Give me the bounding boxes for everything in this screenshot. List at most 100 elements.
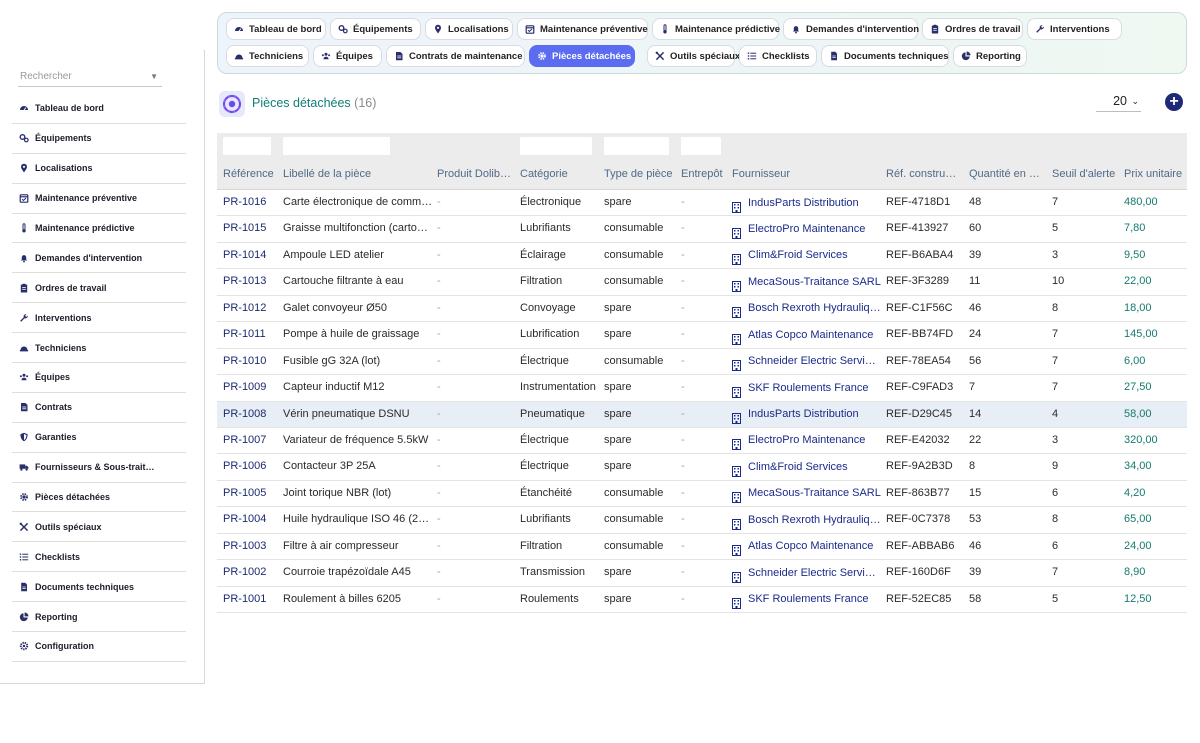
table-row[interactable]: PR-1003 Filtre à air compresseur - Filtrati… [217, 534, 1187, 561]
supplier-name[interactable]: Clim&Froid Services [748, 455, 848, 480]
column-header-prix-unitaire[interactable]: Prix unitaire [1124, 159, 1186, 190]
table-row[interactable]: PR-1005 Joint torique NBR (lot) - Étanchéit… [217, 481, 1187, 508]
reference-link[interactable]: PR-1013 [223, 269, 278, 295]
tab-ordres-de-travail[interactable]: Ordres de travail [922, 18, 1023, 40]
reference-link[interactable]: PR-1003 [223, 534, 278, 560]
reference-link[interactable]: PR-1011 [223, 322, 278, 348]
tab-tableau-de-bord[interactable]: Tableau de bord [226, 18, 326, 40]
reference-link[interactable]: PR-1015 [223, 216, 278, 242]
supplier-name[interactable]: IndusParts Distribution [748, 191, 859, 216]
supplier-link[interactable]: Bosch Rexroth Hydrauliq… [732, 296, 882, 322]
supplier-name[interactable]: Bosch Rexroth Hydrauliq… [748, 508, 881, 533]
supplier-name[interactable]: Atlas Copco Maintenance [748, 534, 873, 559]
table-row[interactable]: PR-1014 Ampoule LED atelier - Éclairage cons… [217, 243, 1187, 270]
table-row[interactable]: PR-1008 Vérin pneumatique DSNU - Pneumatiqu… [217, 401, 1187, 428]
tab-contrats-de-maintenance[interactable]: Contrats de maintenance [386, 45, 525, 67]
supplier-link[interactable]: Bosch Rexroth Hydrauliq… [732, 507, 882, 533]
sidebar-item-outils-speciaux[interactable]: Outils spéciaux [12, 512, 186, 543]
reference-link[interactable]: PR-1004 [223, 507, 278, 533]
tab-demandes-d-intervention[interactable]: Demandes d'intervention [783, 18, 919, 40]
reference-link[interactable]: PR-1001 [223, 587, 278, 613]
supplier-name[interactable]: IndusParts Distribution [748, 402, 859, 427]
sidebar-item-configuration[interactable]: Configuration [12, 632, 186, 662]
table-row[interactable]: PR-1007 Variateur de fréquence 5.5kW - Élec… [217, 428, 1187, 455]
supplier-name[interactable]: SKF Roulements France [748, 587, 868, 612]
tab-equipements[interactable]: Équipements [330, 18, 421, 40]
column-header-seuil-d-alerte[interactable]: Seuil d'alerte [1052, 159, 1120, 190]
reference-link[interactable]: PR-1012 [223, 296, 278, 322]
sidebar-item-garanties[interactable]: Garanties [12, 423, 186, 453]
column-header-entrepot[interactable]: Entrepôt [681, 159, 729, 190]
tab-maintenance-preventive[interactable]: Maintenance préventive [517, 18, 648, 40]
table-row[interactable]: PR-1001 Roulement à billes 6205 - Roulement… [217, 587, 1187, 613]
sidebar-search-input[interactable]: Rechercher ▼ [18, 68, 162, 87]
column-header-quantite-en[interactable]: Quantité en … [969, 159, 1047, 190]
sidebar-item-equipes[interactable]: Équipes [12, 363, 186, 393]
supplier-name[interactable]: ElectroPro Maintenance [748, 428, 865, 453]
column-header-categorie[interactable]: Catégorie [520, 159, 600, 190]
tab-maintenance-predictive[interactable]: Maintenance prédictive [652, 18, 780, 40]
sidebar-item-techniciens[interactable]: Techniciens [12, 333, 186, 364]
supplier-name[interactable]: MecaSous-Traitance SARL [748, 270, 881, 295]
supplier-link[interactable]: Schneider Electric Servi… [732, 560, 882, 586]
supplier-name[interactable]: Schneider Electric Servi… [748, 349, 876, 374]
supplier-name[interactable]: Atlas Copco Maintenance [748, 323, 873, 348]
tab-outils-speciaux[interactable]: Outils spéciaux [647, 45, 740, 67]
table-row[interactable]: PR-1006 Contacteur 3P 25A - Électrique spare… [217, 454, 1187, 481]
reference-link[interactable]: PR-1008 [223, 402, 278, 428]
supplier-name[interactable]: MecaSous-Traitance SARL [748, 481, 881, 506]
tab-documents-techniques[interactable]: Documents techniques [821, 45, 949, 67]
reference-link[interactable]: PR-1014 [223, 243, 278, 269]
reference-link[interactable]: PR-1009 [223, 375, 278, 401]
table-row[interactable]: PR-1004 Huile hydraulique ISO 46 (2… - Lubr… [217, 507, 1187, 534]
sidebar-item-ordres-de-travail[interactable]: Ordres de travail [12, 273, 186, 304]
sidebar-item-equipements[interactable]: Équipements [12, 124, 186, 154]
reference-link[interactable]: PR-1002 [223, 560, 278, 586]
sidebar-item-checklists[interactable]: Checklists [12, 542, 186, 573]
tab-reporting[interactable]: Reporting [953, 45, 1027, 67]
per-page-select[interactable]: 20 ⌄ [1096, 91, 1141, 112]
table-row[interactable]: PR-1002 Courroie trapézoïdale A45 - Transmi… [217, 560, 1187, 587]
supplier-link[interactable]: Clim&Froid Services [732, 454, 882, 480]
supplier-link[interactable]: IndusParts Distribution [732, 190, 882, 216]
supplier-link[interactable]: ElectroPro Maintenance [732, 428, 882, 454]
reference-link[interactable]: PR-1006 [223, 454, 278, 480]
tab-techniciens[interactable]: Techniciens [226, 45, 309, 67]
supplier-link[interactable]: ElectroPro Maintenance [732, 216, 882, 242]
table-row[interactable]: PR-1011 Pompe à huile de graissage - Lubrif… [217, 322, 1187, 349]
column-header-fournisseur[interactable]: Fournisseur [732, 159, 882, 190]
column-filter-input[interactable] [283, 137, 390, 155]
sidebar-item-localisations[interactable]: Localisations [12, 154, 186, 184]
table-row[interactable]: PR-1013 Cartouche filtrante à eau - Filtrat… [217, 269, 1187, 296]
column-header-ref-constru[interactable]: Réf. constru… [886, 159, 964, 190]
column-filter-input[interactable] [223, 137, 271, 155]
supplier-link[interactable]: SKF Roulements France [732, 375, 882, 401]
table-row[interactable]: PR-1009 Capteur inductif M12 - Instrumentat… [217, 375, 1187, 402]
column-filter-input[interactable] [604, 137, 669, 155]
supplier-link[interactable]: SKF Roulements France [732, 587, 882, 613]
tab-equipes[interactable]: Équipes [313, 45, 382, 67]
tab-checklists[interactable]: Checklists [739, 45, 817, 67]
column-filter-input[interactable] [681, 137, 721, 155]
supplier-link[interactable]: Schneider Electric Servi… [732, 349, 882, 375]
column-header-libelle-de-la-piece[interactable]: Libellé de la pièce [283, 159, 433, 190]
sidebar-item-maintenance-predictive[interactable]: Maintenance prédictive [12, 214, 186, 244]
sidebar-item-pieces-detachees[interactable]: Pièces détachées [12, 483, 186, 513]
supplier-link[interactable]: MecaSous-Traitance SARL [732, 269, 882, 295]
sidebar-item-contrats[interactable]: Contrats [12, 393, 186, 423]
column-filter-input[interactable] [520, 137, 592, 155]
supplier-name[interactable]: SKF Roulements France [748, 376, 868, 401]
reference-link[interactable]: PR-1007 [223, 428, 278, 454]
column-header-reference[interactable]: Référence [223, 159, 278, 190]
supplier-link[interactable]: Atlas Copco Maintenance [732, 322, 882, 348]
tab-pieces-detachees[interactable]: Pièces détachées [529, 45, 635, 67]
sidebar-item-documents-techniques[interactable]: Documents techniques [12, 572, 186, 603]
supplier-link[interactable]: IndusParts Distribution [732, 402, 882, 428]
tab-localisations[interactable]: Localisations [425, 18, 513, 40]
supplier-link[interactable]: Clim&Froid Services [732, 243, 882, 269]
supplier-link[interactable]: MecaSous-Traitance SARL [732, 481, 882, 507]
reference-link[interactable]: PR-1016 [223, 190, 278, 216]
sidebar-item-demandes-d-intervention[interactable]: Demandes d'intervention [12, 243, 186, 274]
supplier-name[interactable]: Clim&Froid Services [748, 243, 848, 268]
column-header-produit-dolib[interactable]: Produit Dolib… [437, 159, 515, 190]
